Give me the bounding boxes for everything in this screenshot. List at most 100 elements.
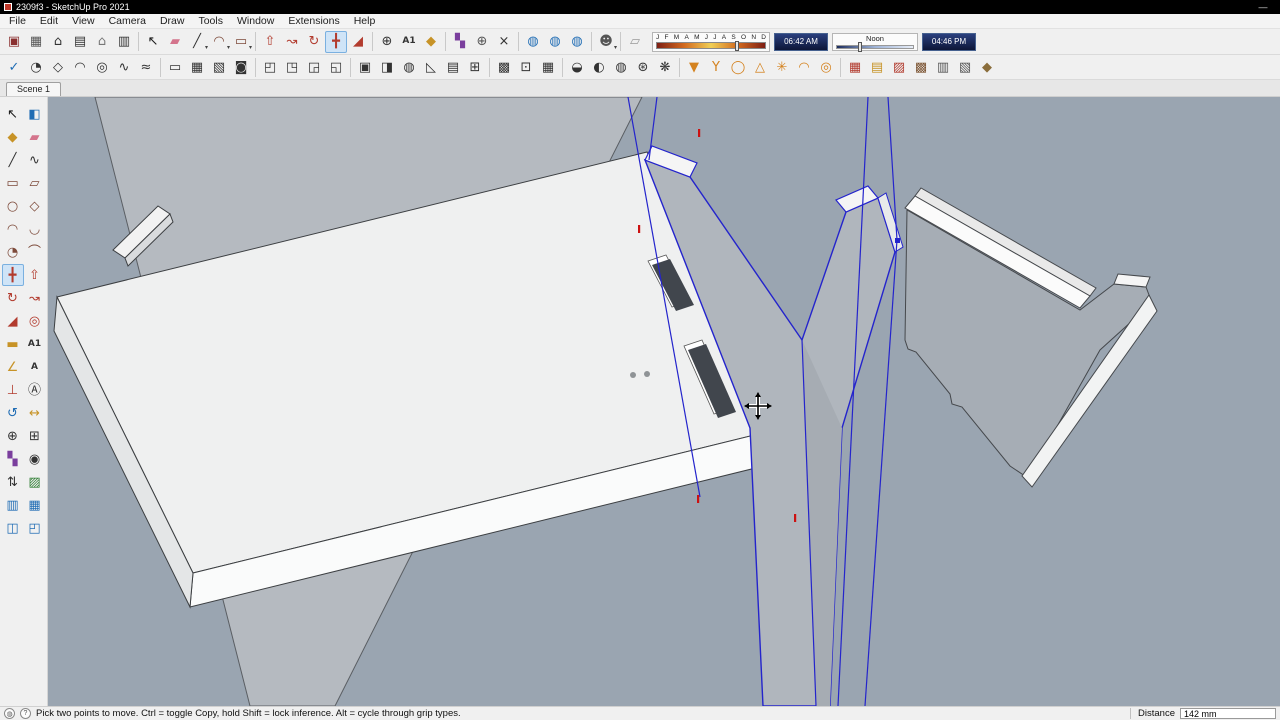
- zoom-extents-tool[interactable]: ⊞: [24, 425, 46, 447]
- print-icon[interactable]: ▤: [69, 31, 91, 53]
- look-around-tool[interactable]: ◉: [24, 448, 46, 470]
- walk-tool[interactable]: ⇅: [2, 471, 24, 493]
- image-frame-icon[interactable]: ▧: [208, 56, 230, 78]
- follow-me-tool[interactable]: ↝: [24, 287, 46, 309]
- pattern-icon[interactable]: ▩: [493, 56, 515, 78]
- rect-corner-icon-1[interactable]: ◰: [259, 56, 281, 78]
- material-swatch-icon[interactable]: ▦: [844, 56, 866, 78]
- distance-input[interactable]: [1180, 708, 1276, 719]
- orbit-tool[interactable]: ↺: [2, 402, 24, 424]
- paint-panel-icon[interactable]: ▥: [932, 56, 954, 78]
- sine-icon[interactable]: ∿: [113, 56, 135, 78]
- date-slider-track[interactable]: [656, 40, 766, 51]
- grid-icon[interactable]: ⊞: [464, 56, 486, 78]
- scale-tool[interactable]: ◢: [2, 310, 24, 332]
- asterisk-circle-icon[interactable]: ⊛: [632, 56, 654, 78]
- tape-measure-tool[interactable]: ▬: [2, 333, 24, 355]
- rect-corner-icon-4[interactable]: ◱: [325, 56, 347, 78]
- time-slider-track[interactable]: [836, 44, 914, 49]
- ring-icon[interactable]: ◯: [727, 56, 749, 78]
- table-icon[interactable]: ▦: [186, 56, 208, 78]
- select-tool[interactable]: ↖: [2, 103, 24, 125]
- eraser-tool[interactable]: ▰: [164, 31, 186, 53]
- diamond-plate-icon[interactable]: ◆: [976, 56, 998, 78]
- stamp-icon[interactable]: ▣: [3, 31, 25, 53]
- target-icon[interactable]: ◎: [815, 56, 837, 78]
- shadow-date-slider[interactable]: JFMAMJJASOND: [652, 31, 770, 52]
- viewport-canvas[interactable]: [48, 97, 1280, 706]
- freehand-tool[interactable]: ∿: [24, 149, 46, 171]
- flower-icon[interactable]: ❋: [654, 56, 676, 78]
- zoom-window-tool[interactable]: ⊕: [376, 31, 398, 53]
- components-stack-icon[interactable]: ▦: [25, 31, 47, 53]
- kit-box-icon[interactable]: ▧: [954, 56, 976, 78]
- sun-icon[interactable]: ✳: [771, 56, 793, 78]
- circle-tool[interactable]: ○: [2, 195, 24, 217]
- contrast-icon[interactable]: ◐: [588, 56, 610, 78]
- rotate-tool[interactable]: ↻: [2, 287, 24, 309]
- rectangle-tool[interactable]: ▭: [2, 172, 24, 194]
- zoom-tool[interactable]: ⊕: [2, 425, 24, 447]
- dropdown-arrow-icon[interactable]: ▾: [249, 44, 252, 51]
- classifier-icon-1[interactable]: ◍: [522, 31, 544, 53]
- move-tool[interactable]: ╋: [325, 30, 347, 53]
- line-tool[interactable]: ╱: [2, 149, 24, 171]
- polygon-tool[interactable]: ◇: [24, 195, 46, 217]
- section-fill-icon[interactable]: ▦: [24, 494, 46, 516]
- dice-icon[interactable]: ⊡: [515, 56, 537, 78]
- dimension-tool[interactable]: A1: [24, 333, 46, 355]
- three-point-arc-tool[interactable]: ◡: [24, 218, 46, 240]
- paint-bucket-tool[interactable]: ◆: [420, 31, 442, 53]
- classifier-icon-3[interactable]: ◍: [566, 31, 588, 53]
- line-tool[interactable]: ╱ ▾: [186, 31, 208, 53]
- text-box-icon[interactable]: ▭: [164, 56, 186, 78]
- section-display-icon[interactable]: ◫: [2, 517, 24, 539]
- home-icon[interactable]: ⌂: [47, 31, 69, 53]
- pan-tool[interactable]: ↔: [24, 402, 46, 424]
- zoom-tool[interactable]: ⊕: [471, 31, 493, 53]
- rotate-tool[interactable]: ↻: [303, 31, 325, 53]
- make-component-tool[interactable]: ◧: [24, 103, 46, 125]
- dimension-tool[interactable]: A1: [398, 31, 420, 53]
- curve-icon[interactable]: ◠: [69, 56, 91, 78]
- rect-corner-icon-3[interactable]: ◲: [303, 56, 325, 78]
- delete-icon[interactable]: ×: [493, 31, 515, 53]
- rect-corner-icon-2[interactable]: ◳: [281, 56, 303, 78]
- fabric-swatch-icon[interactable]: ▨: [888, 56, 910, 78]
- menu-tools[interactable]: Tools: [191, 14, 230, 29]
- rotated-rectangle-tool[interactable]: ▱: [24, 172, 46, 194]
- menu-edit[interactable]: Edit: [33, 14, 65, 29]
- menu-camera[interactable]: Camera: [102, 14, 153, 29]
- menu-window[interactable]: Window: [230, 14, 281, 29]
- materials-book-icon[interactable]: ▤: [866, 56, 888, 78]
- arc-tool[interactable]: ◠: [2, 218, 24, 240]
- dropdown-arrow-icon[interactable]: ▾: [614, 44, 617, 51]
- materials-list-icon[interactable]: ▥: [113, 31, 135, 53]
- push-pull-tool[interactable]: ⇧: [24, 264, 46, 286]
- cylinder-icon[interactable]: ◍: [398, 56, 420, 78]
- shapes-tool[interactable]: ▭ ▾: [230, 31, 252, 53]
- mesh-icon[interactable]: ▤: [442, 56, 464, 78]
- paint-bucket-tool[interactable]: ◆: [2, 126, 24, 148]
- move-tool[interactable]: ╋: [1, 264, 24, 286]
- protractor-tool[interactable]: ∠: [2, 356, 24, 378]
- back-edges-icon[interactable]: ▥: [2, 494, 24, 516]
- follow-me-tool[interactable]: ↝: [281, 31, 303, 53]
- section-cuts-icon[interactable]: ◰: [24, 517, 46, 539]
- offset-tool[interactable]: ◎: [24, 310, 46, 332]
- spiral-icon[interactable]: ◎: [91, 56, 113, 78]
- validate-check-icon[interactable]: ✓: [3, 56, 25, 78]
- text-tool[interactable]: A: [24, 356, 46, 378]
- scene-tab[interactable]: Scene 1: [6, 82, 62, 96]
- shadow-time-slider[interactable]: Noon: [832, 32, 918, 52]
- push-pull-tool[interactable]: ⇧: [259, 31, 281, 53]
- box-icon[interactable]: ▣: [354, 56, 376, 78]
- geolocation-icon[interactable]: ◍: [4, 708, 15, 719]
- select-tool[interactable]: ↖: [142, 31, 164, 53]
- scale-tool[interactable]: ◢: [347, 31, 369, 53]
- eraser-tool[interactable]: ▰: [24, 126, 46, 148]
- position-camera-tool[interactable]: ▚: [449, 31, 471, 53]
- big-eraser-icon[interactable]: ▱: [624, 31, 646, 53]
- menu-view[interactable]: View: [65, 14, 102, 29]
- dome-icon[interactable]: ◠: [793, 56, 815, 78]
